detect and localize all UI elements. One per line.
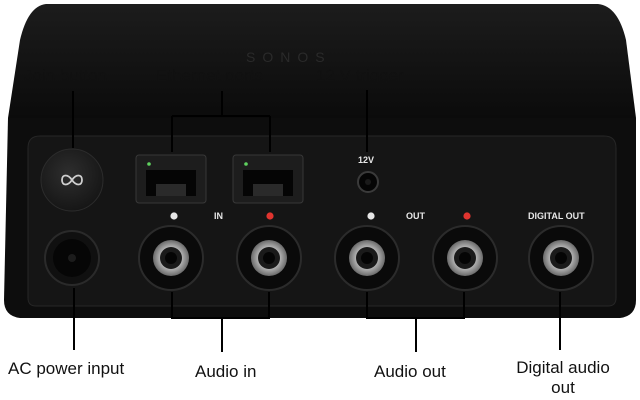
digital-audio-out-line2: out [551, 378, 575, 397]
ethernet-port-2 [232, 154, 304, 204]
rca-jack-digital-out [528, 225, 594, 291]
digital-out-port-label: DIGITAL OUT [528, 211, 585, 221]
ethernet-port-1 [135, 154, 207, 204]
right-channel-dot [463, 212, 471, 220]
right-channel-dot [266, 212, 274, 220]
rca-jack-audio-in-left [138, 225, 204, 291]
digital-audio-out-label: Digital audio out [504, 358, 622, 398]
rca-jack-audio-out-right [432, 225, 498, 291]
out-port-label: OUT [406, 211, 425, 221]
ethernet-ports-label: Ethernet ports [156, 66, 263, 85]
ac-power-input-label: AC power input [8, 359, 125, 378]
join-button-label: Join button [24, 66, 108, 85]
left-channel-dot [367, 212, 375, 220]
audio-in-label: Audio in [195, 362, 257, 381]
digital-audio-out-line1: Digital audio [516, 358, 610, 377]
in-port-label: IN [214, 211, 223, 221]
ethernet-led [244, 162, 248, 166]
rca-jack-audio-out-left [334, 225, 400, 291]
audio-out-label: Audio out [374, 362, 446, 381]
rca-jack-audio-in-right [236, 225, 302, 291]
device-panel [27, 135, 617, 307]
brand-logo: SONOS [246, 49, 332, 65]
trigger-label: 12 V trigger [316, 66, 404, 85]
trigger-port-label: 12V [358, 155, 375, 165]
ethernet-led [147, 162, 151, 166]
product-diagram: SONOS 12V IN OUT DIGITAL OUT Join button… [0, 0, 640, 400]
left-channel-dot [170, 212, 178, 220]
